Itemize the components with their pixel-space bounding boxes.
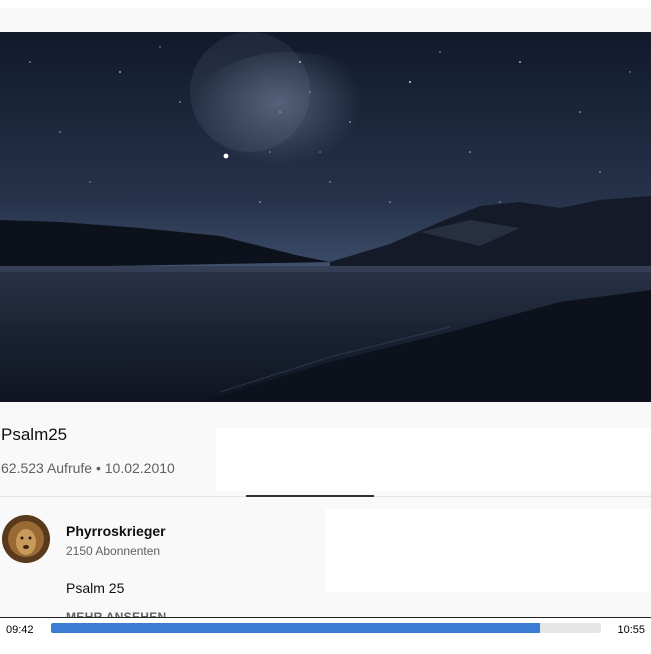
night-sky-landscape-image	[0, 32, 651, 402]
blank-panel-2	[326, 509, 651, 592]
subscriber-count: 2150 Abonnenten	[66, 544, 161, 558]
channel-avatar[interactable]	[2, 515, 50, 563]
channel-name[interactable]: Phyrroskrieger	[66, 523, 166, 539]
total-time: 10:55	[617, 624, 645, 636]
video-page: Psalm25 62.523 Aufrufe • 10.02.2010 Phyr…	[0, 0, 651, 654]
progress-fill	[51, 623, 540, 633]
playback-bar: 09:42 10:55	[0, 617, 651, 654]
lion-avatar-icon	[2, 515, 50, 563]
active-tab-indicator	[246, 495, 374, 497]
show-more-button[interactable]: MEHR ANSEHEN	[66, 610, 167, 617]
blank-panel	[216, 428, 651, 491]
top-bar	[0, 0, 651, 8]
video-title: Psalm25	[1, 425, 68, 444]
views-and-date: 62.523 Aufrufe • 10.02.2010	[1, 460, 175, 476]
video-description: Psalm 25	[66, 580, 125, 596]
current-time: 09:42	[6, 624, 34, 636]
progress-slider[interactable]	[51, 623, 601, 633]
video-thumbnail[interactable]	[0, 32, 651, 402]
